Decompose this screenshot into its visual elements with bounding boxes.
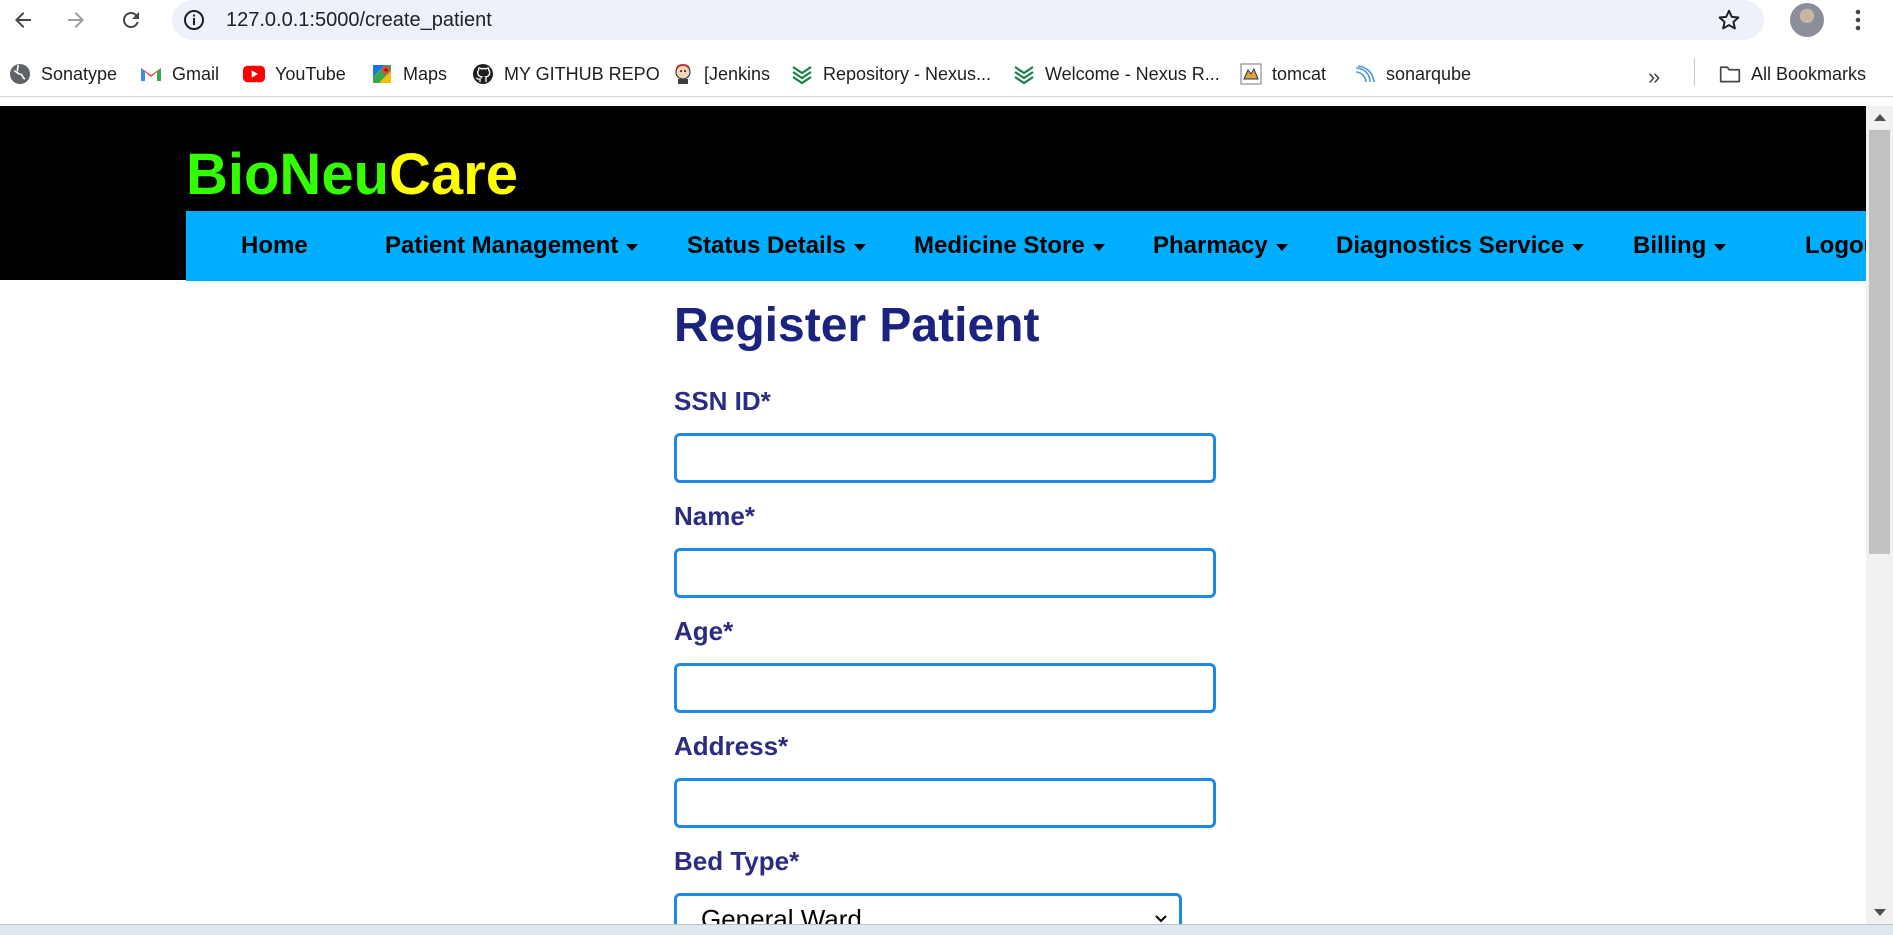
arrow-right-icon [68,12,84,28]
page-title: Register Patient [674,299,1040,352]
nav-medicine-store[interactable]: Medicine Store [914,211,1105,281]
back-button[interactable] [5,2,41,38]
bookmark-nexus-repository[interactable]: Repository - Nexus... [791,61,991,87]
brand-part2: Care [389,142,518,207]
nav-home[interactable]: Home [241,211,308,281]
caret-down-icon [1572,243,1585,251]
address-bar[interactable]: 127.0.0.1:5000/create_patient [172,0,1764,40]
caret-down-icon [1275,243,1288,251]
caret-down-icon [853,243,866,251]
caret-down-icon [1714,243,1727,251]
tomcat-icon [1240,63,1262,85]
nav-logout-label: Logou [1805,232,1866,259]
reload-icon [123,12,139,28]
address-input[interactable] [674,778,1216,828]
age-input[interactable] [674,663,1216,713]
bookmark-maps[interactable]: Maps [371,61,447,87]
youtube-icon [243,63,265,85]
scroll-down-icon[interactable] [1874,909,1886,916]
browser-toolbar: 127.0.0.1:5000/create_patient [0,0,1893,40]
caret-down-icon [626,243,639,251]
url-text[interactable]: 127.0.0.1:5000/create_patient [226,9,492,32]
nav-home-label: Home [241,232,308,259]
more-bookmarks-chevron-icon[interactable]: » [1648,64,1660,90]
sonarqube-icon [1354,63,1376,85]
bookmark-star-icon[interactable] [1716,7,1742,33]
bookmark-label: Repository - Nexus... [823,63,992,84]
ssn-id-label: SSN ID* [674,386,771,416]
bookmark-label: YouTube [275,63,346,84]
caret-down-icon [1092,243,1105,251]
nav-patient-management[interactable]: Patient Management [385,211,639,281]
page-scrollbar[interactable] [1866,106,1893,924]
site-logo[interactable]: BioNeuCare [186,146,518,204]
bed-type-select[interactable]: General Ward [674,893,1182,924]
chevron-down-icon [1155,915,1167,923]
bookmark-label: Maps [403,63,448,84]
github-icon [472,63,494,85]
name-label: Name* [674,501,755,531]
bookmark-label: tomcat [1272,63,1327,84]
nav-medicine-store-label: Medicine Store [914,232,1085,259]
bookmark-jenkins[interactable]: [Jenkins [672,61,770,87]
arrow-left-icon [15,12,31,28]
bookmark-tomcat[interactable]: tomcat [1240,61,1326,87]
gmail-icon [140,63,162,85]
bookmark-label: [Jenkins [704,63,771,84]
site-info-icon[interactable] [182,8,206,32]
reload-button[interactable] [113,2,149,38]
scrollbar-thumb[interactable] [1869,130,1890,554]
bookmark-sonatype[interactable]: Sonatype [9,61,117,87]
nav-diagnostics-service-label: Diagnostics Service [1336,232,1565,259]
bed-type-selected-value: General Ward [701,904,862,924]
nav-status-details[interactable]: Status Details [687,211,866,281]
bookmark-sonarqube[interactable]: sonarqube [1354,61,1471,87]
nav-patient-management-label: Patient Management [385,232,619,259]
bookmarks-bar: Sonatype Gmail YouTube Maps MY GITHUB RE… [0,52,1893,97]
jenkins-icon [672,63,694,85]
bookmark-gmail[interactable]: Gmail [140,61,219,87]
name-input[interactable] [674,548,1216,598]
nav-logout[interactable]: Logou [1805,211,1866,281]
scroll-up-icon[interactable] [1874,114,1886,121]
forward-button[interactable] [58,2,94,38]
bookmark-label: sonarqube [1386,63,1472,84]
bookmark-label: Welcome - Nexus R... [1045,63,1220,84]
bed-type-label: Bed Type* [674,846,800,876]
maps-icon [371,63,393,85]
nav-status-details-label: Status Details [687,232,846,259]
globe-icon [9,63,31,85]
more-menu-icon[interactable] [1846,6,1870,34]
nav-billing[interactable]: Billing [1633,211,1727,281]
all-bookmarks-button[interactable]: All Bookmarks [1719,61,1866,87]
nexus-icon [791,63,813,85]
bookmark-nexus-welcome[interactable]: Welcome - Nexus R... [1013,61,1220,87]
nav-pharmacy[interactable]: Pharmacy [1153,211,1288,281]
brand-part1: BioNeu [186,142,389,207]
bookmark-youtube[interactable]: YouTube [243,61,346,87]
profile-avatar[interactable] [1790,3,1824,37]
bookmark-label: Gmail [172,63,220,84]
bookmark-label: MY GITHUB REPO [504,63,660,84]
address-label: Address* [674,731,789,761]
nexus-icon [1013,63,1035,85]
nav-diagnostics-service[interactable]: Diagnostics Service [1336,211,1585,281]
ssn-id-input[interactable] [674,433,1216,483]
nav-pharmacy-label: Pharmacy [1153,232,1268,259]
main-nav-bar: Home Patient Management Status Details M… [186,211,1866,281]
window-bottom-edge [0,924,1893,935]
all-bookmarks-label: All Bookmarks [1751,63,1867,84]
folder-icon [1719,63,1741,85]
web-page: BioNeuCare Home Patient Management Statu… [0,106,1866,924]
bookmark-github[interactable]: MY GITHUB REPO [472,61,660,87]
age-label: Age* [674,616,734,646]
nav-billing-label: Billing [1633,232,1707,259]
bookmarks-divider [1694,58,1695,86]
bookmark-label: Sonatype [41,63,118,84]
